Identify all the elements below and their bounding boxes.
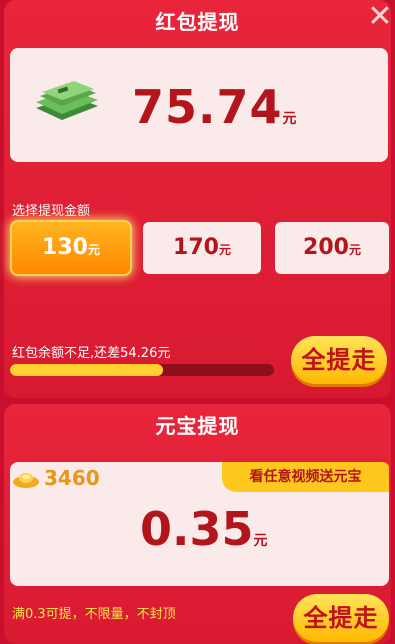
- shortfall-text: 红包余额不足,还差54.26元: [12, 346, 171, 361]
- yuanbao-title: 元宝提现: [155, 414, 240, 438]
- ingot-count: 3460: [44, 466, 100, 490]
- option-170-amount: 170: [173, 235, 219, 260]
- redpacket-title: 红包提现: [155, 10, 240, 34]
- close-icon[interactable]: ✕: [365, 2, 395, 32]
- option-200-unit: 元: [348, 243, 361, 257]
- option-170[interactable]: 170元: [143, 222, 261, 274]
- option-200-amount: 200: [303, 235, 349, 260]
- balance-unit: 元: [282, 111, 298, 127]
- option-130-amount: 130: [42, 235, 88, 260]
- yuanbao-amount: 0.35元: [140, 502, 268, 556]
- yuanbao-value: 0.35: [140, 502, 254, 556]
- gold-ingot-icon: [13, 473, 39, 488]
- yuanbao-withdraw-all-button[interactable]: 全提走: [293, 594, 389, 642]
- withdraw-rule-text: 满0.3可提，不限量，不封顶: [12, 607, 176, 622]
- balance-progress-fill: [10, 364, 164, 376]
- option-200[interactable]: 200元: [275, 222, 389, 274]
- balance-progress-bar: [10, 364, 274, 376]
- balance-value: 75.74: [132, 80, 283, 134]
- choose-amount-label: 选择提现金额: [12, 204, 91, 219]
- withdraw-all-button[interactable]: 全提走: [291, 336, 387, 384]
- watch-video-badge[interactable]: 看任意视频送元宝: [222, 462, 389, 492]
- option-170-unit: 元: [218, 243, 231, 257]
- balance-amount: 75.74元: [132, 80, 298, 134]
- option-130[interactable]: 130元: [12, 222, 130, 274]
- yuanbao-unit: 元: [253, 533, 268, 549]
- option-130-unit: 元: [87, 243, 100, 257]
- cash-stack-icon: [36, 81, 98, 120]
